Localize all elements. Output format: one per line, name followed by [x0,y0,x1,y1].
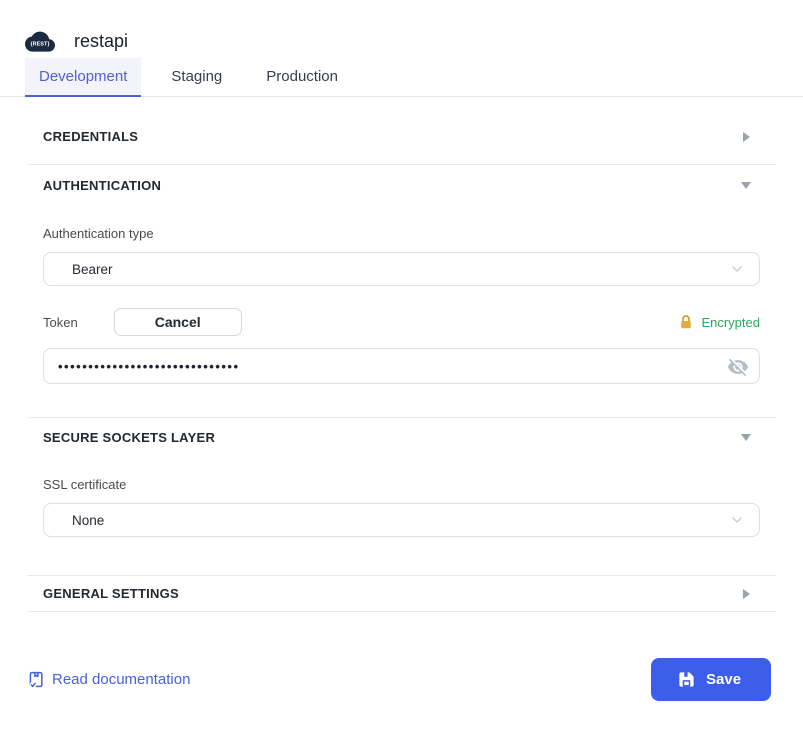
floppy-disk-icon [677,670,696,689]
auth-type-value: Bearer [72,262,113,277]
tab-staging-label: Staging [171,68,222,85]
tab-production-label: Production [266,68,338,85]
eye-off-icon[interactable] [726,355,750,379]
encrypted-badge: Encrypted [678,314,760,330]
svg-text:{REST}: {REST} [31,42,51,48]
cancel-button[interactable]: Cancel [114,308,242,336]
form-content: CREDENTIALS AUTHENTICATION Authenticatio… [0,97,803,612]
authentication-body: Authentication type Bearer Token Cancel … [43,226,760,417]
page-header: {REST} restapi [0,0,803,58]
doc-check-icon [27,670,46,689]
tab-production[interactable]: Production [252,58,352,97]
section-header-general-settings[interactable]: GENERAL SETTINGS [43,576,760,611]
section-title-general-settings: GENERAL SETTINGS [43,586,179,601]
form-footer: Read documentation Save [0,658,803,701]
triangle-right-icon [740,132,752,142]
triangle-down-icon [740,182,752,189]
rest-cloud-icon: {REST} [25,29,55,53]
ssl-cert-select[interactable]: None [43,503,760,537]
token-label: Token [43,315,78,330]
lock-icon [678,314,694,330]
save-button-label: Save [706,671,741,688]
read-documentation-link[interactable]: Read documentation [27,670,190,689]
encrypted-badge-label: Encrypted [701,315,760,330]
section-header-credentials[interactable]: CREDENTIALS [43,97,760,164]
token-row: Token Cancel Encrypted [43,308,760,336]
auth-type-label: Authentication type [43,226,760,241]
environment-tabbar: Development Staging Production [0,58,803,97]
section-title-credentials: CREDENTIALS [43,129,138,144]
chevron-down-icon [729,512,745,528]
auth-type-select[interactable]: Bearer [43,252,760,286]
tab-development[interactable]: Development [25,58,141,97]
tab-staging[interactable]: Staging [157,58,236,97]
section-title-ssl: SECURE SOCKETS LAYER [43,430,215,445]
ssl-cert-label: SSL certificate [43,477,760,492]
token-input-wrap [43,348,760,384]
section-title-authentication: AUTHENTICATION [43,178,161,193]
save-button[interactable]: Save [651,658,771,701]
ssl-cert-value: None [72,513,104,528]
chevron-down-icon [729,261,745,277]
token-input[interactable] [43,348,760,384]
section-header-authentication[interactable]: AUTHENTICATION [43,165,760,204]
tab-development-label: Development [39,68,127,85]
read-documentation-label: Read documentation [52,671,190,688]
token-row-left: Token Cancel [43,308,242,336]
triangle-down-icon [740,434,752,441]
section-header-ssl[interactable]: SECURE SOCKETS LAYER [43,418,760,455]
page-title: restapi [74,31,128,52]
triangle-right-icon [740,589,752,599]
ssl-body: SSL certificate None [43,477,760,575]
divider [27,611,776,612]
